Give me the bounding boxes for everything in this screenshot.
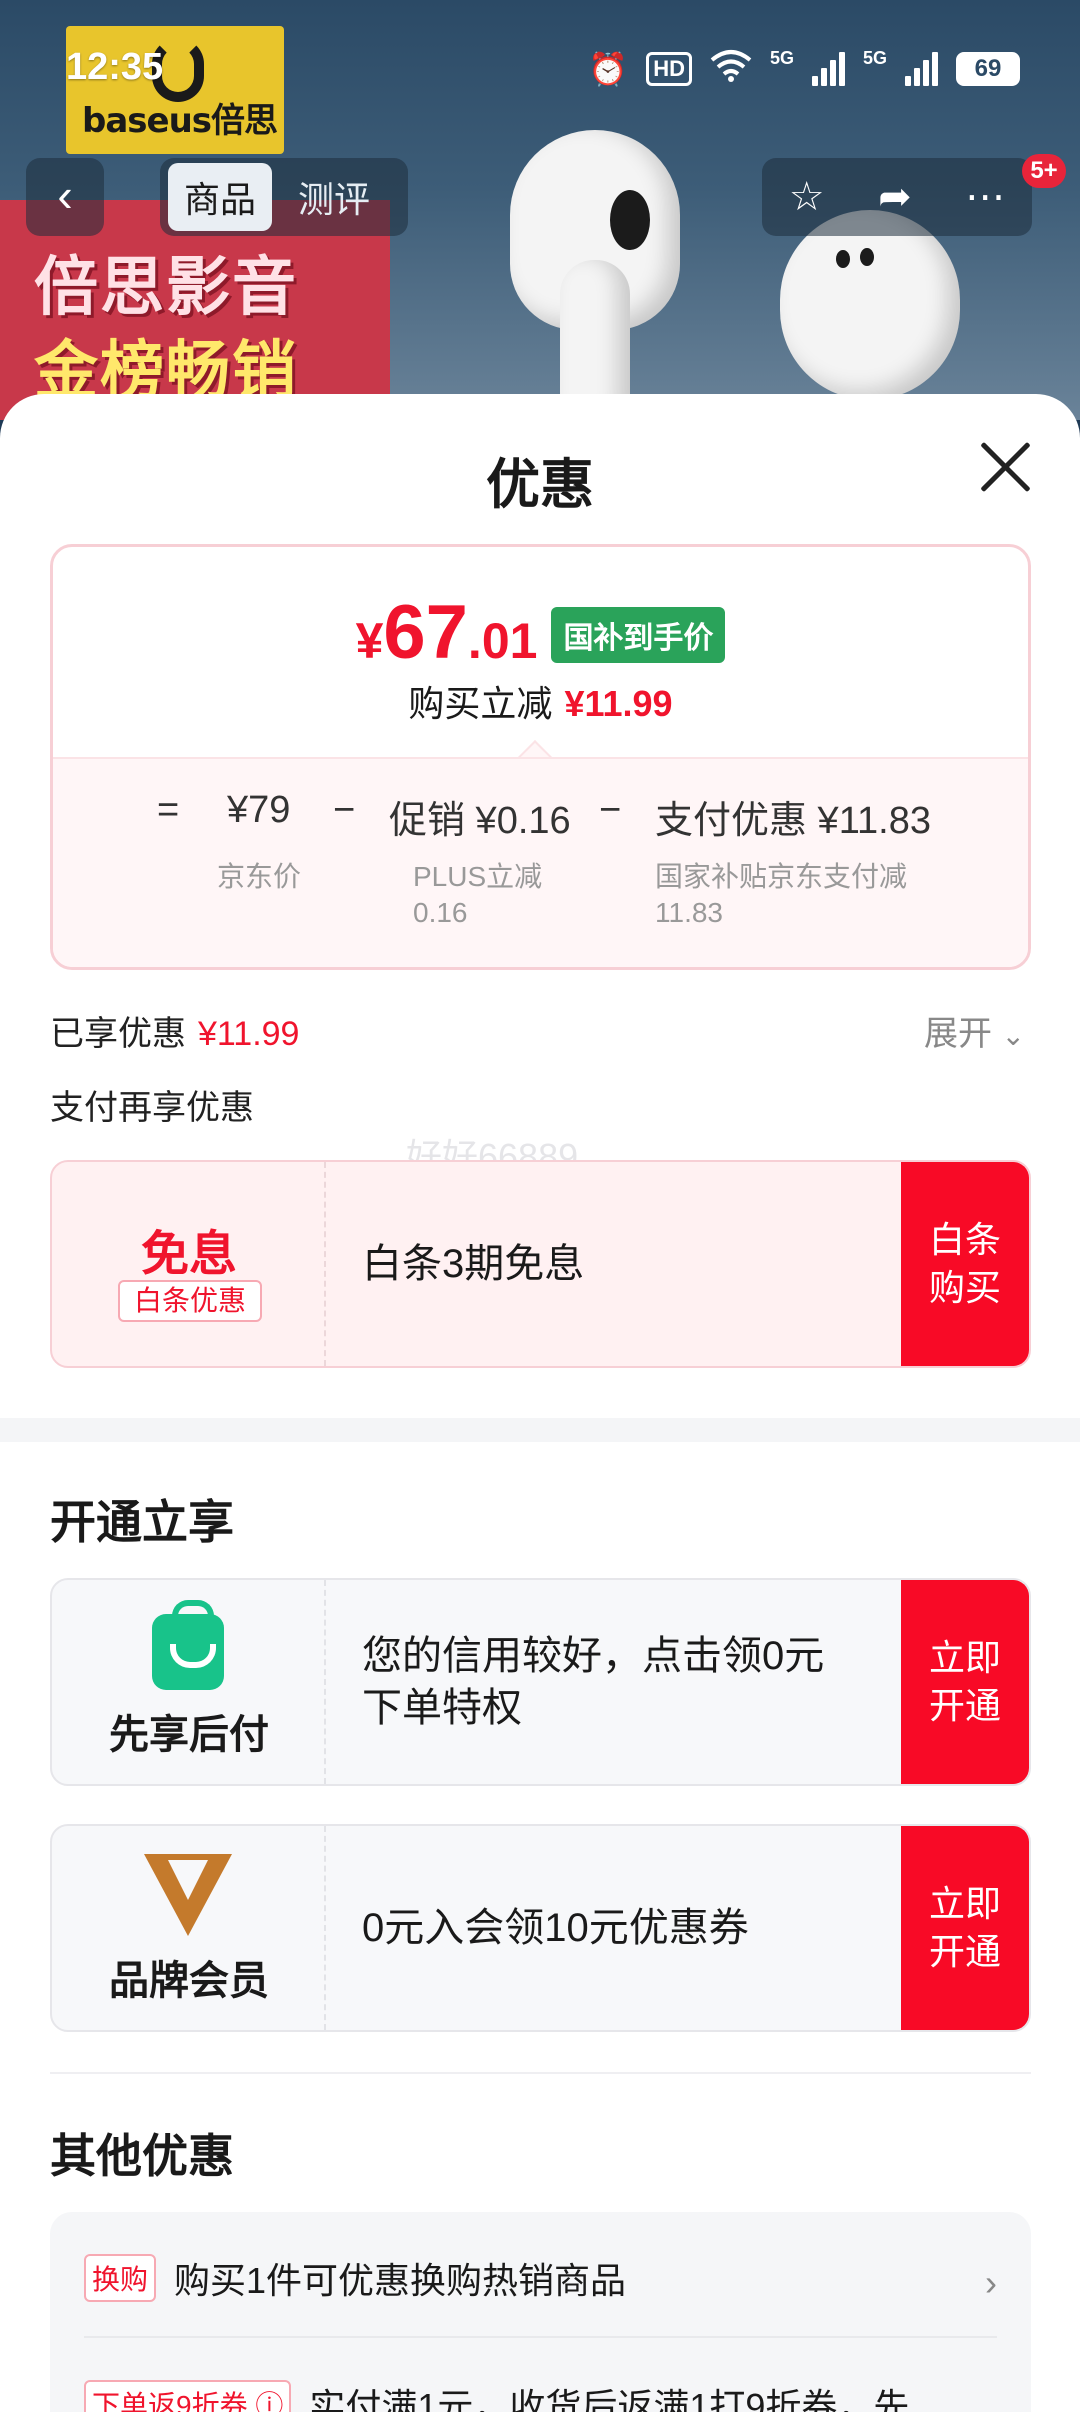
pay-later-desc-line-2: 下单特权 [362,1686,522,1730]
pay-more-label: 支付再享优惠 [50,1089,254,1127]
enjoyed-label: 已享优惠 [50,1015,186,1053]
price-decimal: .01 [467,613,538,669]
pay-later-desc-line-1: 您的信用较好，点击领0元 [362,1634,825,1678]
baitiao-offer-card: 免息 白条优惠 白条3期免息 白条购买 [50,1160,1031,1368]
shopping-bag-icon [152,1600,224,1690]
jd-price-label: 京东价 [217,861,302,892]
exchange-text: 购买1件可优惠换购热销商品 [174,2260,627,2301]
battery-icon: 69 [956,52,1020,86]
product-tabs: 商品 测评 [160,158,408,236]
baitiao-button-line-2: 购买 [928,1267,1001,1308]
pay-later-button-line-2: 开通 [928,1685,1001,1726]
section-divider-line [50,2072,1031,2074]
price-breakdown: = ¥79 − 促销 ¥0.16 − 支付优惠 ¥11.83 京东价 PLUS立… [53,757,1028,967]
status-bar: 12:35 ⏰ HD 5G 5G 69 [0,0,1080,120]
status-icons: ⏰ HD 5G 5G 69 [588,48,1020,90]
signal-icon-1 [811,52,845,86]
instant-discount-label: 购买立减 [408,683,553,724]
brand-member-button-line-2: 开通 [928,1931,1001,1972]
subsidy-pay-label: 国家补贴京东支付减 [655,861,908,892]
brand-member-button-line-1: 立即 [928,1883,1001,1924]
coupon-return-tag: 下单返9折券 ⓘ [84,2380,292,2412]
final-price: ¥ 67 .01 [356,589,538,676]
subsidy-pay-value: 11.83 [655,897,723,928]
plus-discount-value: 0.16 [413,897,468,928]
chevron-right-icon[interactable]: › [985,2262,997,2304]
instant-discount-value: ¥11.99 [564,683,673,724]
interest-free-label: 免息 [140,1228,237,1281]
pay-later-open-button[interactable]: 立即 开通 [901,1580,1029,1784]
tab-review[interactable]: 测评 [282,163,386,231]
earbud-image-right [780,210,960,400]
list-item[interactable]: 下单返9折券 ⓘ 实付满1元，收货后返满1打9折券，先 [84,2378,909,2412]
list-item[interactable]: 换购 购买1件可优惠换购热销商品 [84,2252,626,2304]
promo-amount: 促销 ¥0.16 [389,800,571,842]
row-separator [84,2336,997,2338]
promo-line-1: 倍思影音 [34,251,298,325]
v-logo-icon [144,1854,232,1936]
star-icon[interactable]: ☆ [789,174,825,220]
minus-sign-2: − [599,789,622,831]
equals-sign: = [157,789,180,831]
price-summary-card: ¥ 67 .01 国补到手价 购买立减 ¥11.99 = ¥79 − 促销 ¥0.… [50,544,1031,970]
more-icon[interactable]: ⋯ [965,174,1005,220]
signal-icon-2 [905,52,938,86]
enjoyed-value: ¥11.99 [198,1015,300,1053]
expand-label: 展开 [924,1015,992,1053]
brand-member-label: 品牌会员 [109,1959,269,2003]
chevron-left-icon: ‹ [57,169,73,221]
open-section-title: 开通立享 [50,1496,234,1548]
pay-later-label: 先享后付 [109,1713,269,1757]
chevron-down-icon: ⌄ [1001,1020,1025,1051]
alarm-icon: ⏰ [588,51,629,87]
price-currency: ¥ [355,613,384,669]
other-offers-list: 换购 购买1件可优惠换购热销商品 › 下单返9折券 ⓘ 实付满1元，收货后返满1… [50,2212,1031,2412]
instant-discount: 购买立减 ¥11.99 [53,675,1028,727]
expand-button[interactable]: 展开 ⌄ [924,1006,1025,1055]
status-time: 12:35 [66,46,164,88]
baitiao-buy-button[interactable]: 白条 购买 [901,1162,1029,1366]
brand-member-open-button[interactable]: 立即 开通 [901,1826,1029,2030]
sheet-title: 优惠 [486,455,594,515]
hd-icon: HD [646,52,692,86]
back-button[interactable]: ‹ [26,158,104,236]
jd-price: ¥79 [227,789,291,831]
pay-later-button-line-1: 立即 [928,1637,1001,1678]
section-divider [0,1418,1080,1442]
network-5g-label-2: 5G [862,48,887,68]
network-5g-label-1: 5G [769,48,794,68]
close-icon[interactable] [976,438,1034,496]
coupon-return-text: 实付满1元，收货后返满1打9折券，先 [309,2386,910,2412]
pay-later-card: 先享后付 您的信用较好，点击领0元 下单特权 立即开通 [50,1578,1031,1786]
enjoyed-discount: 已享优惠 ¥11.99 [50,1006,299,1055]
share-icon[interactable]: ➦ [878,174,912,220]
baitiao-tag: 白条优惠 [118,1280,262,1322]
brand-member-desc: 0元入会领10元优惠券 [362,1906,749,1950]
baitiao-desc: 白条3期免息 [362,1242,585,1286]
wifi-icon [710,48,752,90]
header-actions: ☆ ➦ ⋯ [762,158,1032,236]
price-integer: 67 [383,590,468,675]
other-section-title: 其他优惠 [50,2130,234,2182]
message-badge: 5+ [1022,154,1066,188]
tab-goods[interactable]: 商品 [168,163,273,231]
subsidy-price-tag: 国补到手价 [551,607,726,663]
plus-discount-label: PLUS立减 [413,861,543,892]
minus-sign-1: − [333,789,356,831]
pay-later-desc: 您的信用较好，点击领0元 下单特权 [362,1580,922,1784]
baitiao-button-line-1: 白条 [928,1219,1001,1260]
pay-discount-amount: 支付优惠 ¥11.83 [655,800,931,842]
discount-sheet: 优惠 ¥ 67 .01 国补到手价 购买立减 ¥11.99 = ¥79 − 促销 … [0,394,1080,2412]
brand-member-card: 品牌会员 0元入会领10元优惠券 立即开通 [50,1824,1031,2032]
exchange-tag: 换购 [84,2254,157,2302]
